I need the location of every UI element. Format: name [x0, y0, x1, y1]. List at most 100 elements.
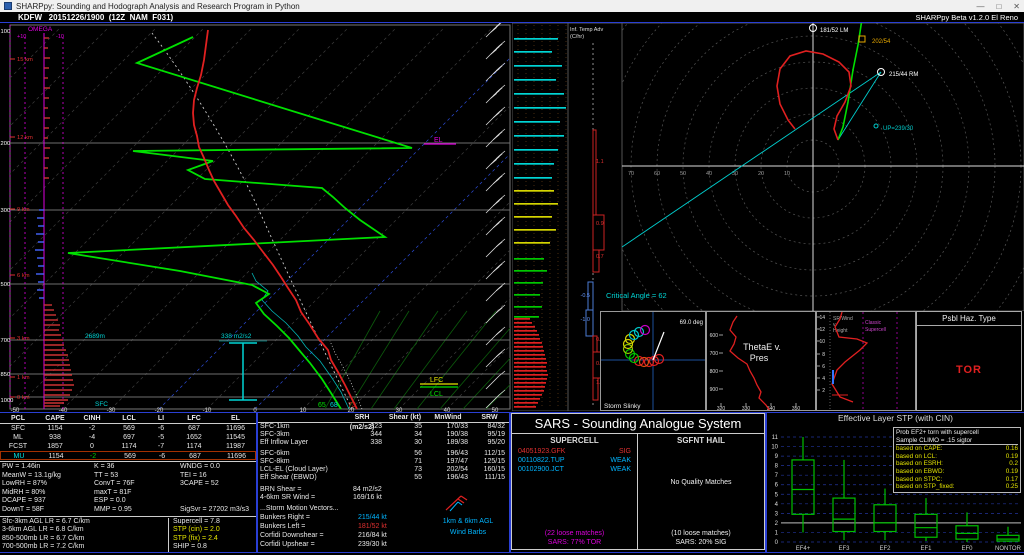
kinematics-extra: 4-6km SR Wind =169/16 kt [258, 494, 509, 502]
svg-text:9 km: 9 km [17, 207, 30, 213]
stp-legend-item: based on ESRH:0.2 [896, 460, 1018, 468]
thermo-index: MeanW = 13.1g/kg [2, 472, 94, 481]
svg-text:500: 500 [1, 282, 11, 288]
svg-text:4: 4 [775, 502, 779, 508]
svg-text:EF4+: EF4+ [796, 546, 811, 552]
storm-motion-header: ...Storm Motion Vectors... [258, 505, 418, 513]
thermo-index: WNDG = 0.0 [180, 463, 257, 472]
svg-text:-1.0: -1.0 [581, 317, 590, 323]
thermo-index: maxT = 81F [94, 489, 180, 498]
sars-hail-header: SGFNT HAIL [638, 434, 764, 447]
parcel-row-ml[interactable]: ML938-4697-5165211545 [0, 433, 256, 442]
sharppy-window: SHARPpy: Sounding and Hodograph Analysis… [0, 0, 1024, 555]
omega-minus-label: -10 [56, 34, 64, 40]
thermo-index: MidRH = 80% [2, 489, 94, 498]
svg-text:6: 6 [775, 483, 779, 489]
skewt-plot[interactable]: 1002003005007008501000 15 km12 km9 km6 k… [0, 23, 512, 412]
kinematics-row: SFC-1km32335170/3384/32 [258, 423, 509, 431]
surface-wetbulb-value: 68 [330, 402, 338, 409]
srwind-curve [832, 312, 867, 402]
svg-text:0 km: 0 km [17, 395, 30, 401]
hodograph-plot[interactable]: 10203040506070 181/52 LM202/54215/44 RMU… [622, 23, 1024, 311]
svg-text:10: 10 [771, 445, 778, 451]
thermo-indices-grid: PW = 1.46inMeanW = 13.1g/kgLowRH = 87%Mi… [0, 463, 256, 515]
app-header: KDFW 20151226/1900 (12Z NAM F031) SHARPp… [0, 12, 1024, 23]
minimize-button[interactable]: — [976, 2, 984, 11]
lapse-rate: 850-500mb LR = 6.7 C/km [2, 535, 168, 544]
svg-text:5: 5 [775, 492, 779, 498]
sars-panel: SARS - Sounding Analogue System SUPERCEL… [510, 413, 766, 552]
kinematics-row: SFC-6km56196/43112/15 [258, 450, 509, 458]
classic-supercell-label-2: Supercell [865, 327, 886, 333]
wind-speed-profile [512, 23, 568, 411]
maximize-button[interactable]: □ [996, 2, 1001, 11]
inflow-bottom-label: SFC [95, 401, 108, 408]
thermo-index [180, 489, 257, 498]
kinematics-row: Eff Inflow Layer33830189/3895/20 [258, 439, 509, 447]
thetae-title-2: Pres [750, 353, 769, 363]
svg-text:0.9: 0.9 [596, 221, 604, 227]
thermo-index: ConvT = 76F [94, 480, 180, 489]
svg-text:UP=239/30: UP=239/30 [883, 126, 914, 132]
kinematics-panel: SRH (m2/s2)Shear (kt)MnWindSRW SFC-1km32… [257, 413, 510, 552]
tempadv-title-2: (C/hr) [570, 34, 584, 40]
titlebar: SHARPpy: Sounding and Hodograph Analysis… [0, 0, 1024, 12]
svg-text:3: 3 [775, 511, 779, 517]
srwind-inset: SR Wind v. Height Classic Supercell 1412… [816, 311, 916, 411]
close-button[interactable]: ✕ [1013, 2, 1020, 11]
svg-text:NONTOR: NONTOR [995, 546, 1022, 552]
svg-text:7: 7 [775, 473, 779, 479]
svg-text:330: 330 [742, 406, 751, 411]
thermo-indices-col1: PW = 1.46inMeanW = 13.1g/kgLowRH = 87%Mi… [2, 463, 94, 515]
kinematics-row: Eff Shear (EBWD)55196/43111/15 [258, 474, 509, 482]
sars-match-row[interactable]: 00110822.TUPWEAK [512, 456, 637, 465]
hazard-title: Psbl Haz. Type [917, 312, 1021, 326]
sars-match-row[interactable]: 00102900.JCTWEAK [512, 465, 637, 474]
stp-legend-line1: Prob EF2+ torn with supercell [896, 429, 1018, 437]
skewt-frame [10, 25, 510, 409]
thermo-index: TT = 53 [94, 472, 180, 481]
composite-index: STP (fix) = 2.4 [173, 535, 256, 544]
parcel-row-sfc[interactable]: SFC1154-2569-668711696 [0, 424, 256, 433]
sars-hail-loose: (10 loose matches) [638, 529, 764, 538]
lapse-rates-list: Sfc-3km AGL LR = 6.7 C/km3-6km AGL LR = … [0, 518, 168, 552]
sars-match-row[interactable]: 04051923.GFKSIG [512, 447, 637, 456]
lapse-rate: 700-500mb LR = 7.2 C/km [2, 543, 168, 552]
thermo-index: SigSvr = 27202 m3/s3 [180, 506, 257, 515]
thermo-index: LowRH = 87% [2, 480, 94, 489]
stp-legend-item: based on LCL:0.19 [896, 453, 1018, 461]
composite-index: STP (cin) = 2.0 [173, 526, 256, 535]
stp-legend-line2: Sample CLIMO = .15 sigtor [896, 437, 1018, 446]
svg-text:1 km: 1 km [17, 375, 30, 381]
thetae-curve [730, 316, 770, 411]
thetae-inset: 600700800900320330340350 ThetaE v. Pres [706, 311, 816, 411]
slinky-title: Storm Slinky [604, 403, 641, 410]
svg-text:202/54: 202/54 [872, 39, 891, 45]
svg-text:1: 1 [775, 530, 779, 536]
version-label: SHARPpy Beta v1.2.0 El Reno [915, 13, 1018, 22]
svg-text:8: 8 [775, 464, 779, 470]
parcel-row-mu[interactable]: MU1154-2569-668711696 [0, 451, 256, 460]
svg-text:6 km: 6 km [17, 273, 30, 279]
inflow-srh-label: 338 m2/s2 [221, 333, 252, 340]
kinematics-extra: BRN Shear =84 m2/s2 [258, 486, 509, 494]
parcel-row-fcst[interactable]: FCST185701174-7117411987 [0, 442, 256, 451]
divider [0, 461, 256, 462]
surface-temp-value: 73 [348, 402, 356, 409]
svg-text:6: 6 [822, 364, 825, 370]
stp-legend-item: based on STP_fixed:0.25 [896, 483, 1018, 491]
thermo-index: MMP = 0.95 [94, 506, 180, 515]
lapse-rate: 3-6km AGL LR = 6.8 C/km [2, 526, 168, 535]
svg-text:350: 350 [792, 406, 801, 411]
svg-text:70: 70 [628, 171, 634, 177]
kinematics-shear-rows: SFC-6km56196/43112/15SFC-8km71197/47125/… [258, 450, 509, 482]
lcl-label: LCL [430, 391, 443, 398]
thermo-indices-col3: WNDG = 0.0TEI = 163CAPE = 52 SigSvr = 27… [180, 463, 257, 515]
stp-legend-item: based on EBWD:0.19 [896, 468, 1018, 476]
thermo-index: DCAPE = 937 [2, 497, 94, 506]
barb-caption: 1km & 6km AGL Wind Barbs [428, 516, 508, 538]
svg-text:0: 0 [775, 540, 779, 546]
window-title: SHARPpy: Sounding and Hodograph Analysis… [16, 2, 964, 11]
stp-panel: Effective Layer STP (with CIN) 012345678… [766, 413, 1024, 552]
barb-caption-line2: Wind Barbs [428, 527, 508, 538]
